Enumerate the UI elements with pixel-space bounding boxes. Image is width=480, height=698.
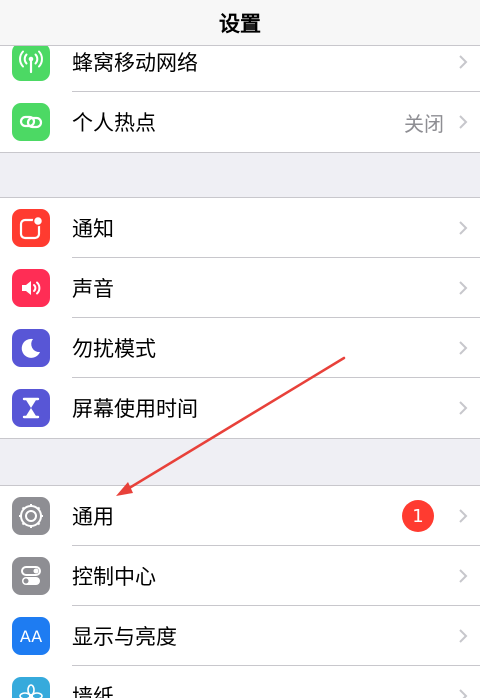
chevron-right-icon [459, 629, 468, 643]
hotspot-link-icon [12, 103, 50, 141]
row-label: 屏幕使用时间 [72, 397, 198, 421]
chevron-right-icon [459, 115, 468, 129]
settings-row-hotspot[interactable]: 个人热点 关闭 [0, 92, 480, 152]
settings-row-screen-time[interactable]: 屏幕使用时间 [0, 378, 480, 438]
row-label: 勿扰模式 [72, 337, 156, 361]
chevron-right-icon [459, 689, 468, 698]
toggles-icon [12, 557, 50, 595]
speaker-icon [12, 269, 50, 307]
chevron-right-icon [459, 509, 468, 523]
row-label: 控制中心 [72, 565, 156, 589]
notifications-group: 通知 声音 勿扰模式 屏幕使用时间 [0, 197, 480, 439]
settings-row-control-center[interactable]: 控制中心 [0, 546, 480, 606]
row-label: 墙纸 [72, 685, 114, 698]
chevron-right-icon [459, 221, 468, 235]
moon-icon [12, 329, 50, 367]
navigation-bar: 设置 [0, 0, 480, 46]
settings-row-display-brightness[interactable]: AA 显示与亮度 [0, 606, 480, 666]
settings-row-general[interactable]: 通用 1 [0, 486, 480, 546]
gear-icon [12, 497, 50, 535]
row-label: 个人热点 [72, 111, 156, 135]
chevron-right-icon [459, 281, 468, 295]
row-label: 蜂窝移动网络 [72, 51, 198, 75]
page-title: 设置 [219, 11, 261, 36]
text-size-icon: AA [12, 617, 50, 655]
chevron-right-icon [459, 569, 468, 583]
row-label: 通知 [72, 217, 114, 241]
settings-row-sounds[interactable]: 声音 [0, 258, 480, 318]
settings-row-notifications[interactable]: 通知 [0, 198, 480, 258]
hotspot-status-value: 关闭 [404, 111, 444, 136]
update-badge: 1 [402, 500, 434, 532]
row-label: 声音 [72, 277, 114, 301]
flower-icon [12, 677, 50, 698]
network-group: 蜂窝移动网络 个人热点 关闭 [0, 31, 480, 153]
chevron-right-icon [459, 341, 468, 355]
hourglass-icon [12, 389, 50, 427]
general-group: 通用 1 控制中心 AA 显示与亮度 墙纸 [0, 485, 480, 698]
notifications-icon [12, 209, 50, 247]
chevron-right-icon [459, 55, 468, 69]
settings-row-do-not-disturb[interactable]: 勿扰模式 [0, 318, 480, 378]
row-label: 通用 [72, 505, 114, 529]
antenna-icon [12, 43, 50, 81]
row-label: 显示与亮度 [72, 625, 177, 649]
chevron-right-icon [459, 401, 468, 415]
settings-row-wallpaper[interactable]: 墙纸 [0, 666, 480, 698]
